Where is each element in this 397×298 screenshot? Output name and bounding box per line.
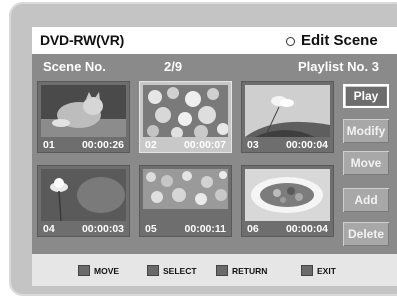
- disc-type-title: DVD-RW(VR): [40, 32, 125, 48]
- main-panel: Scene No. 2/9 Playlist No. 3 01 00:00:26: [32, 54, 397, 254]
- kitten-image: [41, 85, 126, 137]
- header-bar: DVD-RW(VR) Edit Scene: [32, 27, 397, 54]
- food-plate-image: [245, 169, 330, 221]
- scene-thumbnail-02[interactable]: 02 00:00:07: [139, 81, 232, 153]
- footer-exit: EXIT: [301, 265, 336, 276]
- scene-thumbnail-05[interactable]: 05 00:00:11: [139, 165, 232, 237]
- scene-thumbnail-03[interactable]: 03 00:00:04: [241, 81, 334, 153]
- circle-icon: [286, 37, 295, 46]
- scene-number: 05: [145, 223, 157, 235]
- scene-thumbnail-01[interactable]: 01 00:00:26: [37, 81, 130, 153]
- footer-move: MOVE: [78, 265, 119, 276]
- scene-number-label: Scene No.: [43, 59, 106, 74]
- play-button[interactable]: Play: [343, 84, 389, 108]
- lotus-image: [41, 169, 126, 221]
- scene-thumbnail-06[interactable]: 06 00:00:04: [241, 165, 334, 237]
- footer-bar: MOVE SELECT RETURN EXIT: [32, 254, 397, 286]
- scene-number: 02: [145, 139, 157, 151]
- page-indicator: 2/9: [164, 59, 183, 74]
- scene-time: 00:00:04: [285, 223, 328, 235]
- scene-thumbnail-04[interactable]: 04 00:00:03: [37, 165, 130, 237]
- scene-time: 00:00:26: [81, 139, 124, 151]
- playlist-number: Playlist No. 3: [298, 59, 379, 74]
- scene-number: 04: [43, 223, 55, 235]
- flower-field-image: [143, 169, 228, 221]
- screen-name: Edit Scene: [301, 32, 378, 49]
- butterfly-image: [245, 85, 330, 137]
- footer-select: SELECT: [147, 265, 197, 276]
- scene-time: 00:00:07: [183, 139, 226, 151]
- move-button[interactable]: Move: [343, 151, 389, 175]
- scene-time: 00:00:11: [184, 223, 226, 235]
- flowers-image: [143, 85, 228, 137]
- scene-time: 00:00:04: [285, 139, 328, 151]
- scene-number: 01: [43, 139, 55, 151]
- scene-number: 06: [247, 223, 259, 235]
- modify-button[interactable]: Modify: [343, 119, 389, 143]
- footer-return: RETURN: [216, 265, 267, 276]
- move-key-icon: [78, 265, 90, 276]
- return-key-icon: [216, 265, 228, 276]
- delete-button[interactable]: Delete: [343, 222, 389, 246]
- select-key-icon: [147, 265, 159, 276]
- scene-number: 03: [247, 139, 259, 151]
- scene-time: 00:00:03: [81, 223, 124, 235]
- exit-key-icon: [301, 265, 313, 276]
- add-button[interactable]: Add: [343, 188, 389, 212]
